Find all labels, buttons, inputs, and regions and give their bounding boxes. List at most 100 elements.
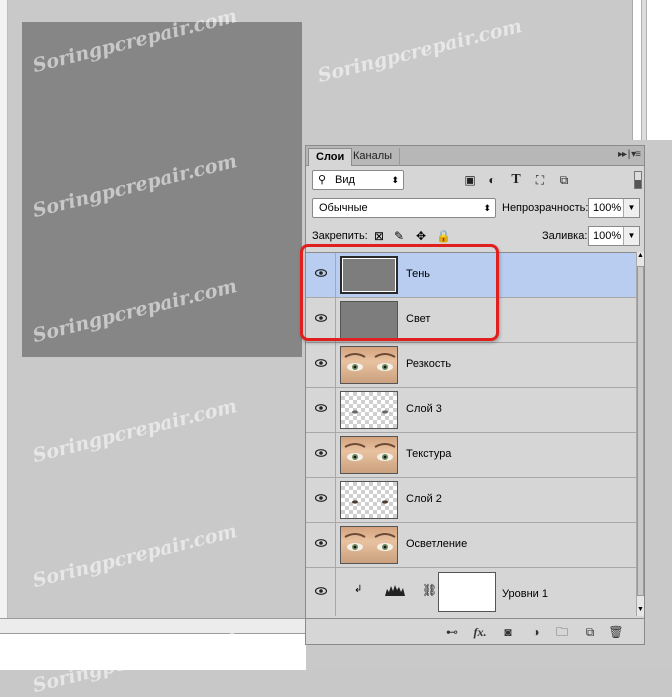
layers-scrollbar[interactable]: ▲ ▼ (636, 252, 644, 616)
lock-all-icon[interactable]: 🔒 (436, 229, 451, 243)
visibility-toggle[interactable] (306, 478, 336, 522)
layer-row[interactable]: Резкость (306, 343, 636, 388)
adjustment-filter-icon[interactable]: ◐ (484, 172, 500, 188)
visibility-toggle[interactable] (306, 523, 336, 567)
search-icon: ⚲ (318, 174, 327, 186)
workspace: Soringpcrepair.com Soringpcrepair.com So… (0, 0, 672, 697)
visibility-toggle[interactable] (306, 343, 336, 387)
opacity-value: 100% (593, 202, 622, 214)
face-eyes-icon (344, 533, 396, 551)
layer-thumbnail[interactable] (340, 256, 398, 294)
eye-icon (315, 269, 327, 277)
visibility-toggle[interactable] (306, 388, 336, 432)
lock-transparent-icon[interactable]: ⊠ (372, 229, 386, 243)
new-adjustment-icon[interactable]: ◑ (528, 624, 544, 640)
face-eyes-icon (344, 353, 396, 371)
layers-panel: Слои Каналы ▸▸ | ▾≡ ⚲ Вид ⬍ ▣ ◐ T ⛶ ⧉ Об… (305, 145, 645, 645)
filter-toggle-switch[interactable] (634, 171, 642, 189)
visibility-toggle[interactable] (306, 568, 336, 616)
canvas-bottom-bar (0, 618, 306, 634)
dock-scrollbar[interactable] (641, 0, 647, 140)
opacity-field[interactable]: 100% ▼ (588, 198, 640, 218)
stepper-arrows-icon: ⬍ (483, 203, 491, 213)
layer-row[interactable]: ↲ ⛓ Уровни 1 (306, 568, 636, 616)
watermark: Soringpcrepair.com (30, 394, 240, 468)
layer-name[interactable]: Текстура (406, 448, 451, 460)
chain-link-icon[interactable]: ⛓ (422, 583, 437, 597)
canvas-bottom-area (0, 634, 306, 670)
visibility-toggle[interactable] (306, 433, 336, 477)
layer-name[interactable]: Резкость (406, 358, 451, 370)
layer-mask-thumbnail[interactable] (438, 572, 496, 612)
type-filter-icon[interactable]: T (508, 172, 524, 188)
face-eyes-icon (344, 443, 396, 461)
layer-row[interactable]: Свет (306, 298, 636, 343)
layer-name[interactable]: Слой 3 (406, 403, 442, 415)
visibility-toggle[interactable] (306, 253, 336, 297)
panel-footer: ⊷ fx. ◙ ◑ 🗀 ⧉ 🗑 (306, 618, 644, 644)
layer-name[interactable]: Тень (406, 268, 430, 280)
link-layers-icon[interactable]: ⊷ (444, 624, 460, 640)
lock-brush-icon[interactable]: ✎ (392, 229, 406, 243)
layer-row[interactable]: Осветление (306, 523, 636, 568)
scroll-up-icon[interactable]: ▲ (637, 252, 644, 262)
eye-marks-icon (352, 500, 388, 504)
layer-row[interactable]: Слой 3 (306, 388, 636, 433)
new-layer-icon[interactable]: ⧉ (582, 624, 598, 640)
document-canvas[interactable] (22, 22, 302, 357)
workspace-frame (0, 0, 8, 670)
right-dock-strip (632, 0, 672, 140)
filter-kind-select[interactable]: ⚲ Вид ⬍ (312, 170, 404, 190)
eye-icon (315, 404, 327, 412)
fill-field[interactable]: 100% ▼ (588, 226, 640, 246)
layer-thumbnail[interactable] (340, 481, 398, 519)
filter-row: ⚲ Вид ⬍ ▣ ◐ T ⛶ ⧉ (306, 168, 644, 194)
tab-channels[interactable]: Каналы (346, 148, 401, 166)
eye-icon (315, 539, 327, 547)
layer-thumbnail[interactable] (340, 391, 398, 429)
eye-icon (315, 587, 327, 595)
stepper-arrows-icon: ⬍ (391, 175, 399, 185)
blend-mode-select[interactable]: Обычные ⬍ (312, 198, 496, 218)
blend-mode-value: Обычные (319, 202, 368, 214)
levels-histogram-icon (385, 585, 405, 596)
layer-thumbnail[interactable] (340, 436, 398, 474)
layer-thumbnail[interactable] (340, 301, 398, 339)
layer-name[interactable]: Осветление (406, 538, 467, 550)
eye-icon (315, 314, 327, 322)
scroll-down-icon[interactable]: ▼ (637, 606, 644, 616)
fill-value: 100% (593, 230, 622, 242)
layer-name[interactable]: Уровни 1 (502, 588, 548, 600)
eye-icon (315, 494, 327, 502)
layer-name[interactable]: Слой 2 (406, 493, 442, 505)
lock-move-icon[interactable]: ✥ (414, 229, 428, 243)
layer-thumbnail[interactable] (340, 526, 398, 564)
fx-icon[interactable]: fx. (472, 624, 488, 640)
panel-menu-icon[interactable]: ▸▸ | ▾≡ (618, 149, 641, 160)
watermark: Soringpcrepair.com (30, 519, 240, 593)
layer-name[interactable]: Свет (406, 313, 430, 325)
layer-thumbnail[interactable] (340, 346, 398, 384)
layer-row[interactable]: Текстура (306, 433, 636, 478)
watermark: Soringpcrepair.com (315, 14, 525, 88)
opacity-label: Непрозрачность: (502, 202, 589, 214)
scroll-thumb[interactable] (637, 266, 644, 596)
eye-marks-icon (352, 410, 388, 414)
visibility-toggle[interactable] (306, 298, 336, 342)
image-filter-icon[interactable]: ▣ (462, 172, 478, 188)
clip-arrow-icon: ↲ (354, 584, 363, 595)
toggle-knob (635, 180, 641, 188)
new-group-icon[interactable]: 🗀 (554, 624, 570, 640)
layer-row[interactable]: Слой 2 (306, 478, 636, 523)
layer-row[interactable]: Тень (306, 253, 636, 298)
eye-icon (315, 359, 327, 367)
panel-tab-bar: Слои Каналы ▸▸ | ▾≡ (306, 146, 644, 166)
chevron-down-icon[interactable]: ▼ (623, 199, 639, 217)
shape-filter-icon[interactable]: ⛶ (532, 172, 548, 188)
chevron-down-icon[interactable]: ▼ (623, 227, 639, 245)
delete-layer-icon[interactable]: 🗑 (608, 624, 624, 640)
lock-label: Закрепить: (312, 230, 368, 242)
smart-object-filter-icon[interactable]: ⧉ (556, 172, 572, 188)
filter-kind-label: Вид (335, 174, 355, 186)
add-mask-icon[interactable]: ◙ (500, 624, 516, 640)
